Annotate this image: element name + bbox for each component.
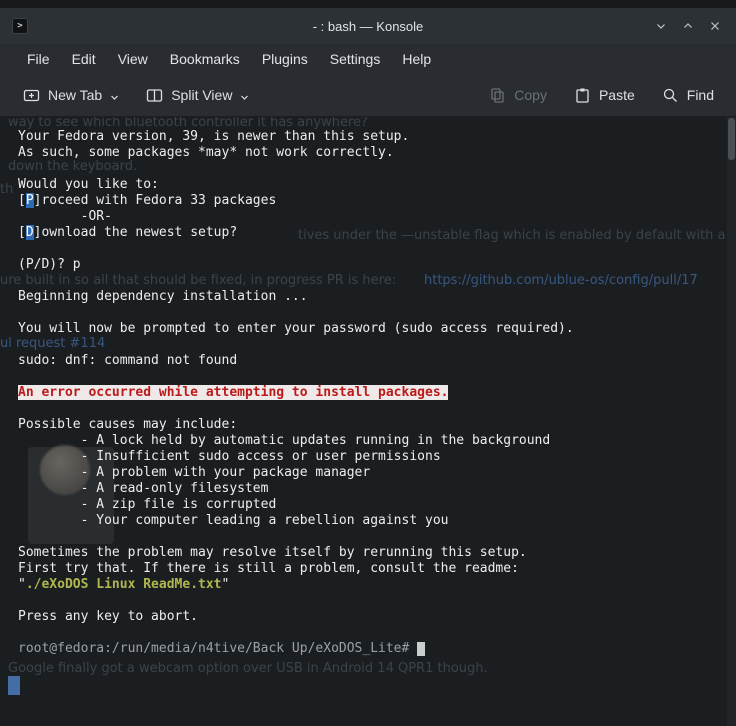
copy-button[interactable]: Copy xyxy=(480,80,555,111)
terminal-line: First try that. If there is still a prob… xyxy=(18,561,519,576)
window-controls xyxy=(652,17,736,35)
terminal-line: - Insufficient sudo access or user permi… xyxy=(18,449,441,464)
background-ghost-text: Google finally got a webcam option over … xyxy=(8,661,488,676)
terminal-text: Your Fedora version, 39, is newer than t… xyxy=(18,129,722,657)
paste-icon xyxy=(576,88,589,103)
terminal-line: root@fedora:/run/media/n4tive/Back Up/eX… xyxy=(18,641,722,657)
search-icon xyxy=(663,88,677,102)
toolbar: New Tab Split View Copy Paste Find xyxy=(0,74,736,117)
chevron-down-icon xyxy=(241,95,249,100)
terminal-line: - A lock held by automatic updates runni… xyxy=(18,433,551,448)
find-label: Find xyxy=(686,87,714,103)
konsole-icon-glyph: > xyxy=(17,21,23,31)
new-tab-label: New Tab xyxy=(48,87,103,103)
terminal-scrollbar[interactable] xyxy=(727,117,736,726)
terminal-line: - A problem with your package manager xyxy=(18,465,371,480)
menu-edit[interactable]: Edit xyxy=(61,47,107,71)
menu-plugins[interactable]: Plugins xyxy=(251,47,319,71)
split-view-label: Split View xyxy=(171,87,233,103)
chevron-down-icon xyxy=(111,95,119,100)
scrollbar-thumb[interactable] xyxy=(728,118,735,160)
background-ghost-text: th xyxy=(0,182,14,197)
menu-bar: File Edit View Bookmarks Plugins Setting… xyxy=(0,44,736,74)
terminal-line: Beginning dependency installation ... xyxy=(18,289,308,304)
paste-button[interactable]: Paste xyxy=(565,80,643,111)
find-button[interactable]: Find xyxy=(653,80,722,111)
terminal-line: - A read-only filesystem xyxy=(18,481,269,496)
terminal-line: [P]roceed with Fedora 33 packages xyxy=(18,193,277,208)
terminal-line: - A zip file is corrupted xyxy=(18,497,277,512)
window-title: - : bash — Konsole xyxy=(312,18,424,34)
terminal-line: [D]ownload the newest setup? xyxy=(18,225,238,240)
terminal-line: (P/D)? p xyxy=(18,257,81,272)
terminal-line: - Your computer leading a rebellion agai… xyxy=(18,513,449,528)
copy-label: Copy xyxy=(514,87,547,103)
minimize-button[interactable] xyxy=(652,17,670,35)
terminal-line: An error occurred while attempting to in… xyxy=(18,385,449,400)
maximize-button[interactable] xyxy=(679,17,697,35)
terminal-line: Your Fedora version, 39, is newer than t… xyxy=(18,129,410,144)
background-text-cursor xyxy=(8,676,20,695)
terminal-line: Possible causes may include: xyxy=(18,417,238,432)
terminal-line: -OR- xyxy=(18,209,112,224)
menu-view[interactable]: View xyxy=(107,47,159,71)
split-view-button[interactable]: Split View xyxy=(137,80,257,111)
title-bar[interactable]: > - : bash — Konsole xyxy=(0,8,736,44)
paste-label: Paste xyxy=(598,87,635,103)
konsole-window: > - : bash — Konsole File Edit View Book… xyxy=(0,8,736,726)
split-view-icon xyxy=(147,88,163,102)
terminal-line: As such, some packages *may* not work co… xyxy=(18,145,394,160)
new-tab-button[interactable]: New Tab xyxy=(14,80,127,111)
konsole-app-icon: > xyxy=(12,18,28,34)
terminal-line: "./eXoDOS Linux ReadMe.txt" xyxy=(18,577,230,592)
copy-icon xyxy=(491,87,504,103)
menu-help[interactable]: Help xyxy=(391,47,442,71)
terminal-viewport[interactable]: way to see which bluetooth controller it… xyxy=(0,117,736,726)
menu-settings[interactable]: Settings xyxy=(319,47,392,71)
terminal-line: Would you like to: xyxy=(18,177,159,192)
chevron-down-icon xyxy=(657,24,665,29)
new-tab-icon xyxy=(23,89,40,101)
menu-bookmarks[interactable]: Bookmarks xyxy=(159,47,251,71)
terminal-line: Sometimes the problem may resolve itself… xyxy=(18,545,527,560)
terminal-line: sudo: dnf: command not found xyxy=(18,353,238,368)
menu-file[interactable]: File xyxy=(16,47,61,71)
terminal-line: Press any key to abort. xyxy=(18,609,199,624)
close-button[interactable] xyxy=(706,17,724,35)
close-icon xyxy=(711,22,719,30)
chevron-up-icon xyxy=(684,23,692,28)
terminal-line: You will now be prompted to enter your p… xyxy=(18,321,574,336)
